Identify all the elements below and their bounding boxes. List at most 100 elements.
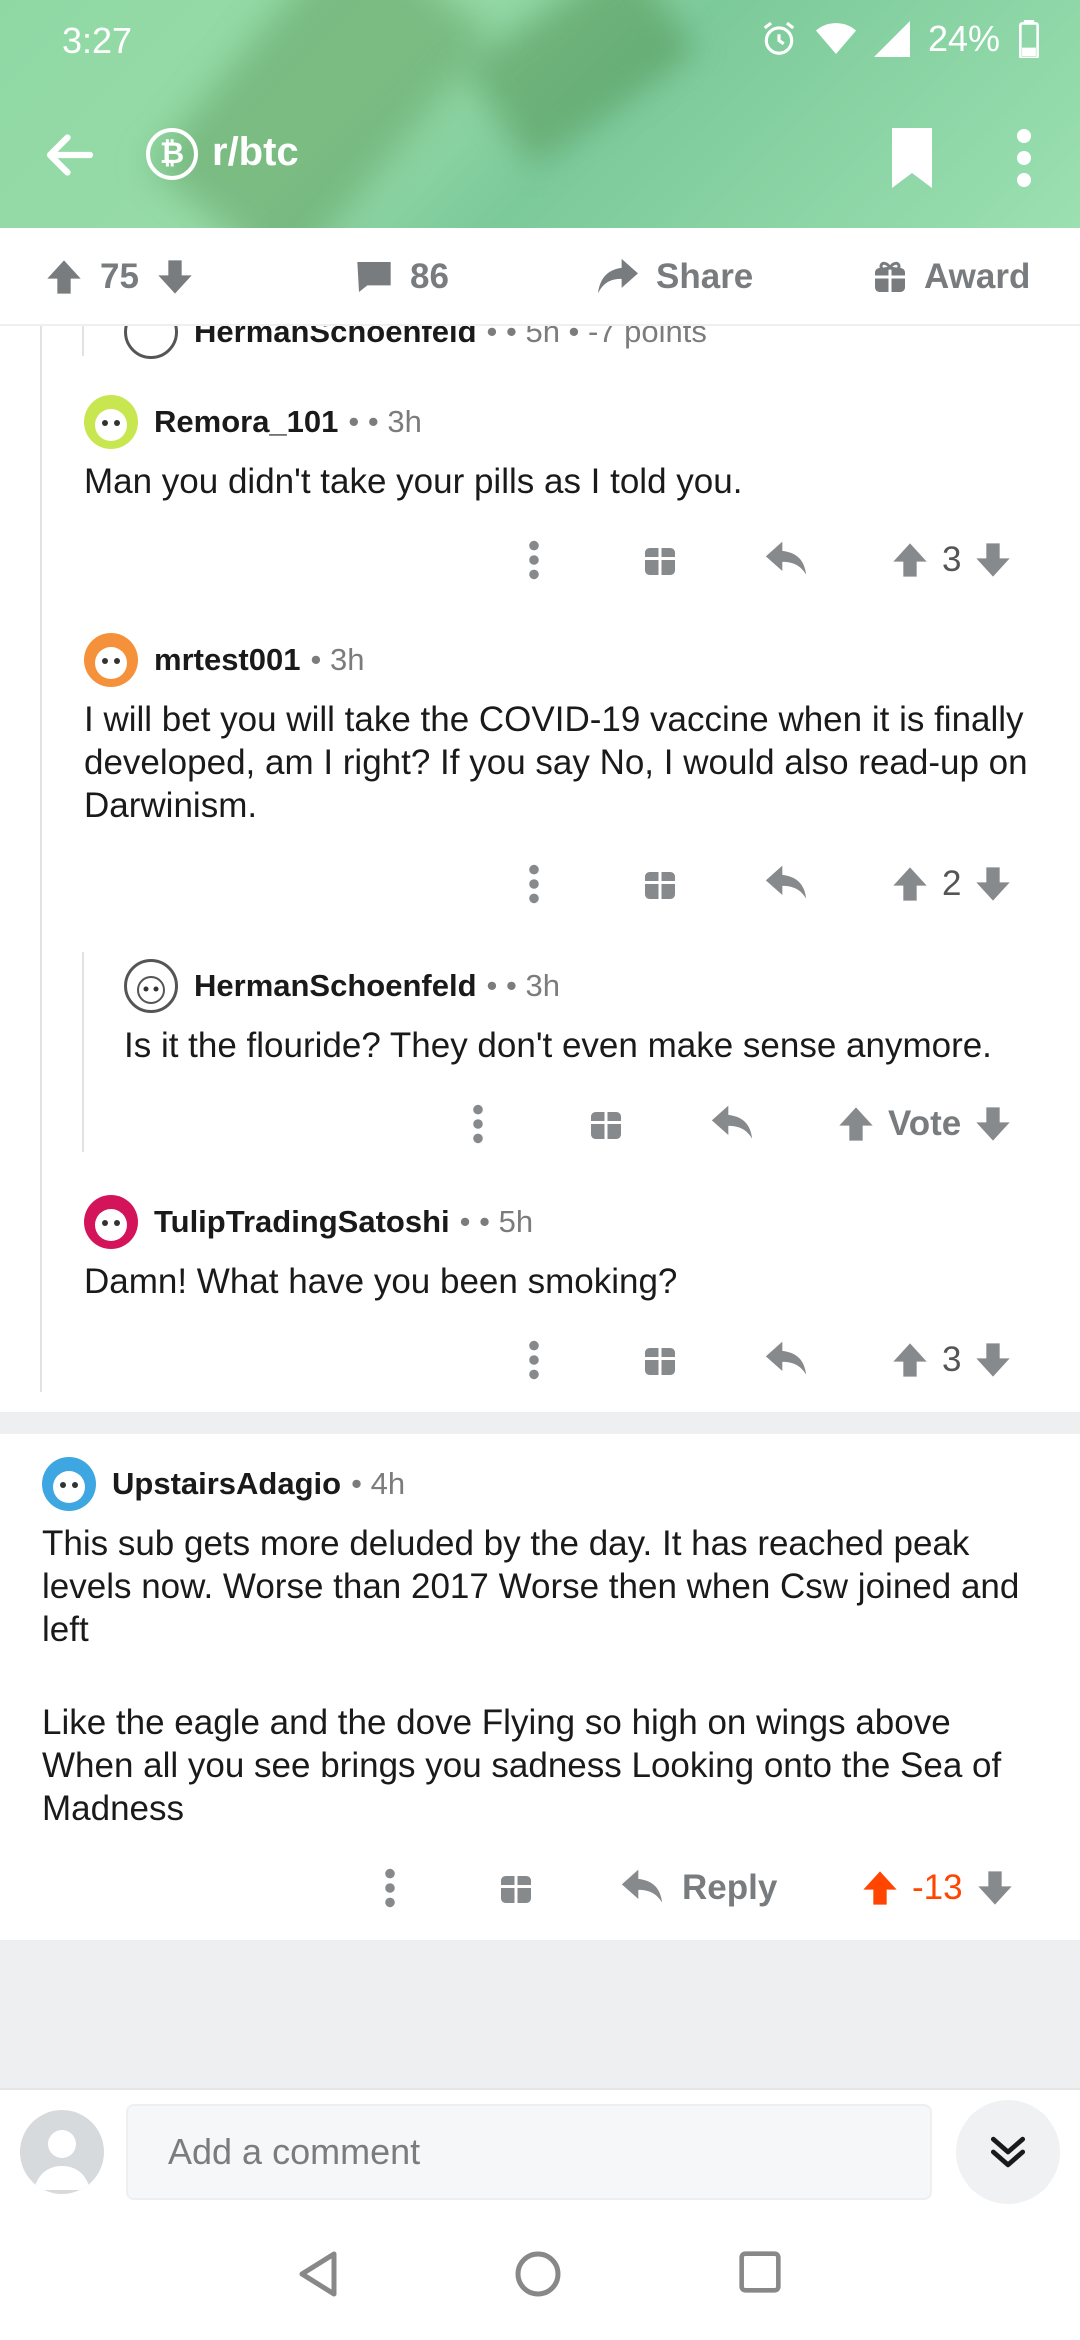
downvote-icon[interactable]	[155, 257, 195, 297]
comment-meta: • 4h	[351, 1466, 406, 1501]
comment-meta: • • 5h	[459, 1204, 534, 1239]
comment-username[interactable]: TulipTradingSatoshi	[154, 1204, 450, 1240]
reply-icon[interactable]	[764, 1330, 808, 1390]
comment-username[interactable]: mrtest001	[154, 642, 300, 678]
comment-actions: 3	[0, 1330, 1080, 1390]
comment-body: Damn! What have you been smoking?	[84, 1262, 678, 1301]
comment: UpstairsAdagio • 4h This sub gets more d…	[42, 1456, 1042, 1830]
battery-icon	[1019, 20, 1039, 58]
gift-icon	[875, 261, 905, 292]
downvote-icon[interactable]	[973, 864, 1013, 904]
avatar[interactable]	[124, 959, 178, 1013]
nav-home-icon[interactable]	[514, 2250, 562, 2298]
gift-icon[interactable]	[588, 1094, 624, 1154]
thread-divider	[0, 1412, 1080, 1434]
more-vert-icon[interactable]	[382, 1858, 398, 1918]
bitcoin-icon[interactable]: ₿	[146, 128, 198, 180]
post-score: 75	[100, 257, 139, 296]
downvote-icon[interactable]	[973, 540, 1013, 580]
gift-icon[interactable]	[642, 854, 678, 914]
comment-actions: Reply -13	[0, 1858, 1080, 1918]
comment-score: 3	[942, 540, 962, 579]
vote-group: Vote	[836, 1094, 1013, 1154]
downvote-icon[interactable]	[973, 1104, 1013, 1144]
more-vert-icon[interactable]	[1004, 128, 1044, 188]
gift-icon[interactable]	[642, 1330, 678, 1390]
comment-actions: Vote	[0, 1094, 1080, 1154]
more-vert-icon[interactable]	[526, 1330, 542, 1390]
vote-group: 3	[890, 1330, 1013, 1390]
downvote-icon[interactable]	[975, 1868, 1015, 1908]
downvote-icon[interactable]	[973, 1340, 1013, 1380]
comment-body: I will bet you will take the COVID-19 va…	[84, 700, 1028, 825]
upvote-icon[interactable]	[44, 257, 84, 297]
reply-icon[interactable]	[764, 854, 808, 914]
user-avatar[interactable]	[20, 2110, 104, 2194]
comment: HermanSchoenfeld • • 3h Is it the flouri…	[124, 958, 1054, 1067]
comments-button[interactable]: 86	[354, 250, 449, 304]
more-vert-icon[interactable]	[526, 854, 542, 914]
collapse-comments-button[interactable]	[956, 2100, 1060, 2204]
avatar[interactable]	[84, 1195, 138, 1249]
comment-icon	[357, 262, 391, 292]
comment-composer: Add a comment	[0, 2088, 1080, 2210]
upvote-icon[interactable]	[890, 864, 930, 904]
end-spacer	[0, 1940, 1080, 2088]
comment-meta: • 3h	[310, 642, 365, 677]
back-arrow-icon[interactable]	[40, 125, 100, 185]
share-button[interactable]: Share	[596, 250, 753, 304]
comment-actions: 2	[0, 854, 1080, 914]
reply-icon[interactable]	[710, 1094, 754, 1154]
comment-username[interactable]: HermanSchoenfeld	[194, 968, 477, 1004]
avatar[interactable]	[84, 633, 138, 687]
share-icon	[598, 258, 638, 294]
gift-icon[interactable]	[642, 530, 678, 590]
reply-button[interactable]: Reply	[620, 1858, 777, 1918]
bookmark-icon[interactable]	[884, 128, 940, 188]
reply-label: Reply	[682, 1868, 778, 1907]
comment-username[interactable]: Remora_101	[154, 404, 338, 440]
comment-score: -13	[912, 1868, 963, 1907]
comment-actions: 3	[0, 530, 1080, 590]
upvote-icon[interactable]	[890, 540, 930, 580]
status-bar: 3:27 24%	[0, 0, 1080, 80]
comment-score: 2	[942, 864, 962, 903]
award-label: Award	[924, 257, 1031, 296]
upvote-icon[interactable]	[860, 1868, 900, 1908]
comment-score: 3	[942, 1340, 962, 1379]
comment-body-paragraph: Like the eagle and the dove Flying so hi…	[42, 1703, 1002, 1828]
nav-back-icon[interactable]	[296, 2250, 340, 2298]
signal-icon	[873, 21, 910, 57]
more-vert-icon[interactable]	[526, 530, 542, 590]
app-header: 3:27 24% ₿ r/btc	[0, 0, 1080, 228]
comment: TulipTradingSatoshi • • 5h Damn! What ha…	[84, 1194, 1044, 1303]
more-vert-icon[interactable]	[470, 1094, 486, 1154]
battery-percent: 24%	[927, 18, 1000, 59]
vote-group: 2	[890, 854, 1013, 914]
comment-body: Is it the flouride? They don't even make…	[124, 1026, 992, 1065]
subreddit-name[interactable]: r/btc	[212, 130, 299, 175]
comment-username[interactable]: UpstairsAdagio	[112, 1466, 341, 1502]
vote-group: 3	[890, 530, 1013, 590]
post-action-bar: 75 86 Share Award	[0, 228, 1080, 326]
gift-icon[interactable]	[498, 1858, 534, 1918]
vote-group: -13	[860, 1858, 1015, 1918]
upvote-icon[interactable]	[890, 1340, 930, 1380]
nav-recents-icon[interactable]	[738, 2250, 782, 2294]
share-label: Share	[656, 257, 754, 296]
chevron-double-down-icon	[990, 2136, 1026, 2168]
wifi-icon	[815, 23, 856, 54]
upvote-icon[interactable]	[836, 1104, 876, 1144]
comment-meta: • • 3h	[348, 404, 422, 439]
avatar[interactable]	[42, 1457, 96, 1511]
award-button[interactable]: Award	[872, 250, 1030, 304]
comment-body: Man you didn't take your pills as I told…	[84, 462, 743, 501]
status-time: 3:27	[62, 20, 133, 61]
comment-count: 86	[410, 257, 449, 296]
post-vote-group: 75	[44, 250, 195, 304]
avatar[interactable]	[84, 395, 138, 449]
comment-meta: • • 3h	[486, 968, 560, 1003]
comment-input[interactable]: Add a comment	[126, 2104, 932, 2200]
toolbar: ₿ r/btc	[0, 110, 1080, 200]
reply-icon[interactable]	[764, 530, 808, 590]
